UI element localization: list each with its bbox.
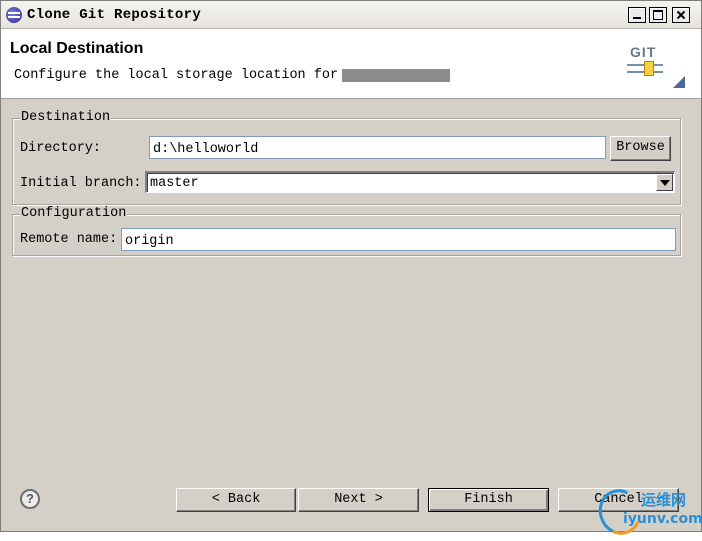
remote-name-label: Remote name: — [20, 232, 118, 247]
close-button[interactable] — [672, 7, 690, 23]
initial-branch-label: Initial branch: — [20, 176, 142, 191]
finish-button[interactable]: Finish — [428, 488, 549, 512]
wizard-header: Local Destination Configure the local st… — [1, 29, 701, 99]
title-bar[interactable]: Clone Git Repository — [1, 1, 701, 29]
back-button[interactable]: < Back — [176, 488, 296, 512]
clone-git-repository-dialog: Clone Git Repository Local Destination C… — [0, 0, 702, 541]
directory-label: Directory: — [20, 141, 102, 156]
page-description: Configure the local storage location for — [14, 68, 339, 83]
page-title: Local Destination — [10, 40, 144, 57]
maximize-button[interactable] — [649, 7, 667, 23]
window-title: Clone Git Repository — [27, 7, 202, 23]
next-button[interactable]: Next > — [298, 488, 419, 512]
watermark-top-text: 运维网 — [641, 491, 687, 509]
initial-branch-value: master — [150, 176, 199, 191]
redacted-repository-url — [342, 69, 450, 82]
watermark-logo: 运维网 iyunv.com — [592, 483, 702, 541]
browse-button[interactable]: Browse — [610, 136, 671, 161]
resize-grip-icon — [673, 76, 685, 88]
git-logo-icon: GIT — [625, 42, 667, 82]
git-logo-text: GIT — [630, 44, 657, 60]
initial-branch-select[interactable]: master — [145, 171, 675, 193]
watermark-bottom-text: iyunv.com — [623, 511, 702, 527]
eclipse-icon — [6, 7, 22, 23]
help-icon[interactable]: ? — [20, 489, 40, 509]
directory-input[interactable] — [149, 136, 606, 159]
minimize-button[interactable] — [628, 7, 646, 23]
remote-name-input[interactable] — [121, 228, 676, 251]
destination-legend: Destination — [20, 110, 112, 125]
configuration-legend: Configuration — [20, 206, 128, 221]
chevron-down-icon[interactable] — [656, 174, 673, 191]
